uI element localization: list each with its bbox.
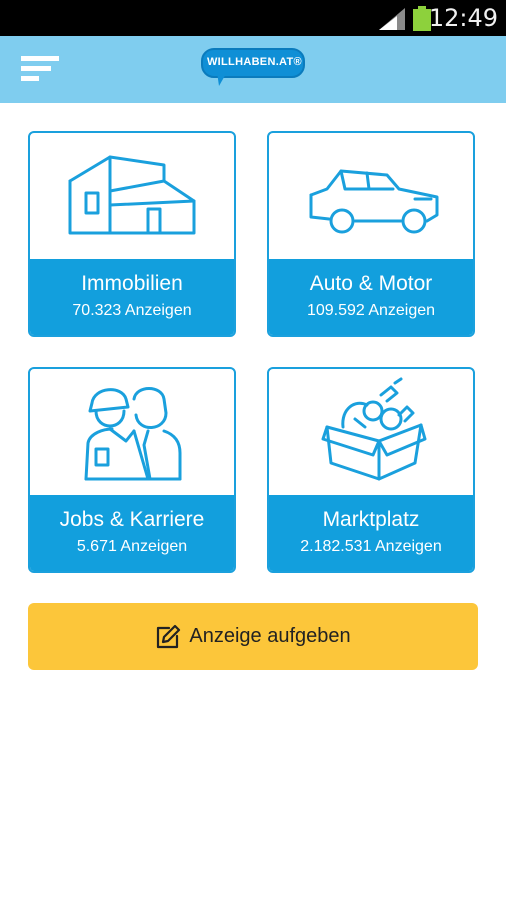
willhaben-logo[interactable]: WILLHABEN.AT® (201, 48, 305, 90)
category-count: 2.182.531 Anzeigen (300, 538, 442, 555)
category-count: 5.671 Anzeigen (76, 538, 188, 555)
category-tile-marktplatz[interactable]: Marktplatz 2.182.531 Anzeigen (267, 367, 475, 573)
tile-footer: Jobs & Karriere 5.671 Anzeigen (30, 495, 234, 571)
post-ad-label: Anzeige aufgeben (189, 625, 351, 647)
tile-footer: Immobilien 70.323 Anzeigen (30, 259, 234, 335)
house-icon (68, 155, 196, 235)
logo-tail-icon (217, 72, 227, 86)
category-title: Auto & Motor (309, 272, 433, 295)
category-count: 70.323 Anzeigen (72, 302, 192, 319)
category-tile-immobilien[interactable]: Immobilien 70.323 Anzeigen (28, 131, 236, 337)
menu-icon[interactable] (21, 54, 59, 84)
category-tile-jobs-karriere[interactable]: Jobs & Karriere 5.671 Anzeigen (28, 367, 236, 573)
category-title: Immobilien (81, 272, 183, 295)
category-count: 109.592 Anzeigen (306, 302, 436, 319)
box-icon (321, 377, 427, 481)
car-icon (309, 169, 439, 234)
post-ad-button[interactable]: Anzeige aufgeben (28, 603, 478, 670)
status-time: 12:49 (428, 4, 498, 32)
edit-icon (157, 624, 181, 648)
tile-footer: Marktplatz 2.182.531 Anzeigen (269, 495, 473, 571)
category-tile-auto-motor[interactable]: Auto & Motor 109.592 Anzeigen (267, 131, 475, 337)
tile-footer: Auto & Motor 109.592 Anzeigen (269, 259, 473, 335)
workers-icon (84, 387, 182, 481)
post-ad-button-content: Anzeige aufgeben (28, 603, 478, 670)
category-title: Marktplatz (322, 508, 420, 531)
category-title: Jobs & Karriere (59, 508, 205, 531)
signal-icon (379, 8, 405, 30)
logo-text: WILLHABEN.AT® (207, 56, 302, 68)
status-bar: 12:49 (0, 0, 506, 36)
app-bar: WILLHABEN.AT® (0, 36, 506, 103)
